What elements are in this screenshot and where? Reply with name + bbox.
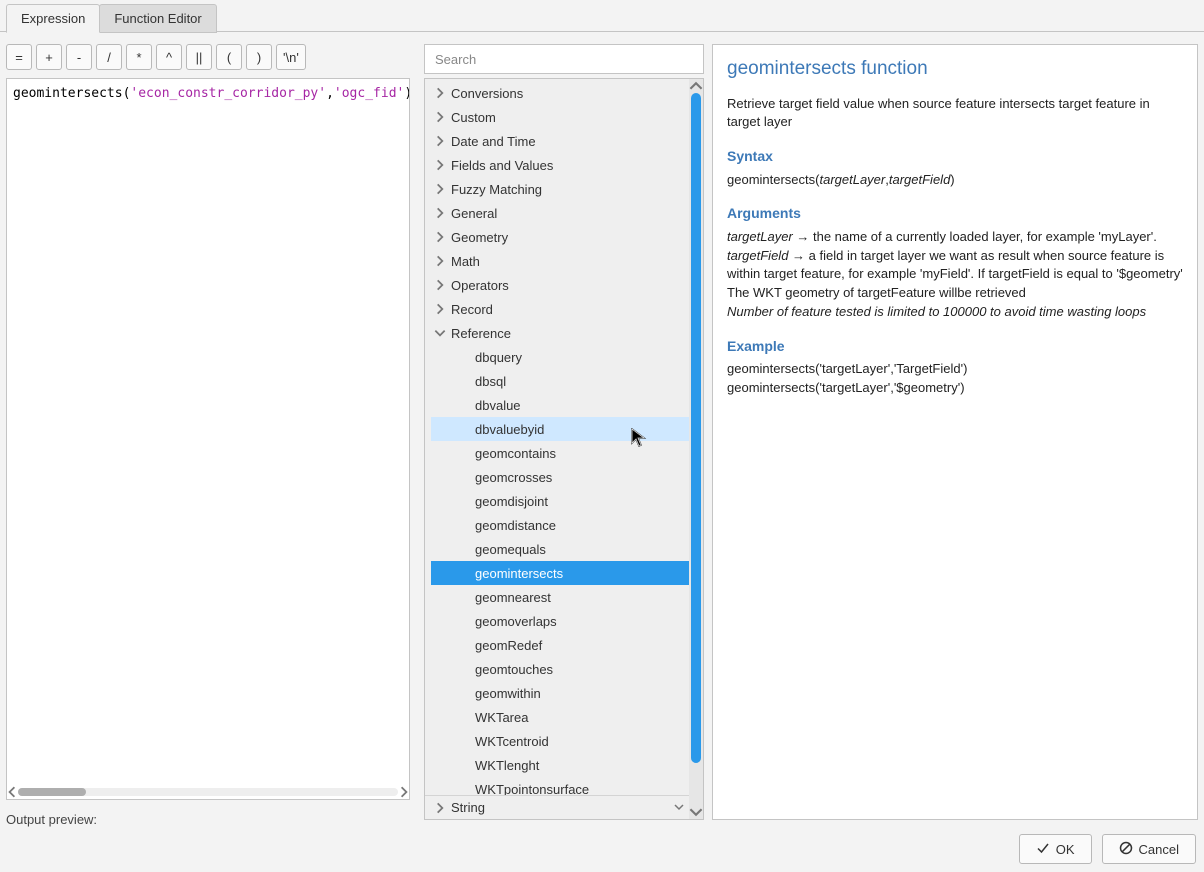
expression-hscrollbar[interactable] (6, 784, 410, 800)
check-icon (1036, 841, 1050, 858)
help-description: Retrieve target field value when source … (727, 95, 1183, 133)
chevron-right-icon (433, 801, 447, 815)
tree-leaf-geomcrosses[interactable]: geomcrosses (431, 465, 689, 489)
op-minus[interactable]: - (66, 44, 92, 70)
cancel-button[interactable]: Cancel (1102, 834, 1196, 864)
tab-bar: Expression Function Editor (6, 4, 216, 33)
scroll-left-icon[interactable] (6, 786, 18, 798)
tab-function-editor[interactable]: Function Editor (99, 4, 216, 33)
tree-leaf-geomtouches[interactable]: geomtouches (431, 657, 689, 681)
tree-category-record[interactable]: Record (431, 297, 689, 321)
tree-category-conversions[interactable]: Conversions (431, 81, 689, 105)
tree-leaf-geomwithin[interactable]: geomwithin (431, 681, 689, 705)
help-argument-note: Number of feature tested is limited to 1… (727, 303, 1183, 322)
tree-vscrollbar[interactable] (689, 79, 703, 819)
tree-leaf-geomdistance[interactable]: geomdistance (431, 513, 689, 537)
help-panel: geomintersects function Retrieve target … (712, 44, 1198, 820)
tab-expression[interactable]: Expression (6, 4, 100, 33)
chevron-right-icon (433, 134, 447, 148)
chevron-down-icon (673, 801, 685, 816)
tree-category-string[interactable]: String (425, 795, 689, 819)
help-syntax-heading: Syntax (727, 146, 1183, 166)
op-div[interactable]: / (96, 44, 122, 70)
tree-leaf-dbvalue[interactable]: dbvalue (431, 393, 689, 417)
tree-leaf-dbvaluebyid[interactable]: dbvaluebyid (431, 417, 689, 441)
chevron-right-icon (433, 206, 447, 220)
tree-category-operators[interactable]: Operators (431, 273, 689, 297)
chevron-right-icon (433, 254, 447, 268)
help-example-2: geomintersects('targetLayer','$geometry'… (727, 379, 1183, 398)
tree-leaf-geomoverlaps[interactable]: geomoverlaps (431, 609, 689, 633)
operator-toolbar: = + - / * ^ || ( ) '\n' (6, 44, 306, 70)
tree-category-math[interactable]: Math (431, 249, 689, 273)
tree-leaf-geomdisjoint[interactable]: geomdisjoint (431, 489, 689, 513)
dialog-buttons: OK Cancel (1019, 834, 1196, 864)
scroll-thumb[interactable] (691, 93, 701, 763)
tree-leaf-geomredef[interactable]: geomRedef (431, 633, 689, 657)
help-title: geomintersects function (727, 55, 1183, 83)
chevron-right-icon (433, 182, 447, 196)
tree-category-reference[interactable]: Reference (431, 321, 689, 345)
chevron-right-icon (433, 302, 447, 316)
tree-category-fuzzy-matching[interactable]: Fuzzy Matching (431, 177, 689, 201)
op-plus[interactable]: + (36, 44, 62, 70)
scroll-down-icon[interactable] (689, 805, 703, 819)
help-argument-2: targetField → a field in target layer we… (727, 247, 1183, 304)
tree-leaf-geomintersects[interactable]: geomintersects (431, 561, 689, 585)
scroll-thumb[interactable] (18, 788, 86, 796)
op-concat[interactable]: || (186, 44, 212, 70)
tree-leaf-dbsql[interactable]: dbsql (431, 369, 689, 393)
expression-editor[interactable]: geomintersects('econ_constr_corridor_py'… (6, 78, 410, 800)
help-example-1: geomintersects('targetLayer','TargetFiel… (727, 360, 1183, 379)
tree-category-general[interactable]: General (431, 201, 689, 225)
chevron-right-icon (433, 278, 447, 292)
chevron-right-icon (433, 86, 447, 100)
op-mul[interactable]: * (126, 44, 152, 70)
function-tree: ConversionsCustomDate and TimeFields and… (424, 78, 704, 820)
chevron-right-icon (433, 230, 447, 244)
op-newline[interactable]: '\n' (276, 44, 306, 70)
tree-leaf-geomnearest[interactable]: geomnearest (431, 585, 689, 609)
search-input[interactable] (424, 44, 704, 74)
op-rparen[interactable]: ) (246, 44, 272, 70)
help-syntax: geomintersects(targetLayer,targetField) (727, 171, 1183, 190)
tree-leaf-wktlenght[interactable]: WKTlenght (431, 753, 689, 777)
op-lparen[interactable]: ( (216, 44, 242, 70)
help-argument-1: targetLayer → the name of a currently lo… (727, 228, 1183, 247)
op-eq[interactable]: = (6, 44, 32, 70)
scroll-right-icon[interactable] (398, 786, 410, 798)
tree-category-fields-and-values[interactable]: Fields and Values (431, 153, 689, 177)
chevron-down-icon (433, 326, 447, 340)
help-arguments-heading: Arguments (727, 203, 1183, 223)
help-example-heading: Example (727, 336, 1183, 356)
ok-button[interactable]: OK (1019, 834, 1092, 864)
scroll-up-icon[interactable] (689, 79, 703, 93)
tree-leaf-wktcentroid[interactable]: WKTcentroid (431, 729, 689, 753)
op-pow[interactable]: ^ (156, 44, 182, 70)
cancel-icon (1119, 841, 1133, 858)
tree-leaf-dbquery[interactable]: dbquery (431, 345, 689, 369)
tree-leaf-wktarea[interactable]: WKTarea (431, 705, 689, 729)
tree-leaf-geomequals[interactable]: geomequals (431, 537, 689, 561)
chevron-right-icon (433, 158, 447, 172)
tree-category-custom[interactable]: Custom (431, 105, 689, 129)
chevron-right-icon (433, 110, 447, 124)
tree-leaf-geomcontains[interactable]: geomcontains (431, 441, 689, 465)
tree-category-geometry[interactable]: Geometry (431, 225, 689, 249)
output-preview-label: Output preview: (6, 812, 97, 827)
tree-category-date-and-time[interactable]: Date and Time (431, 129, 689, 153)
